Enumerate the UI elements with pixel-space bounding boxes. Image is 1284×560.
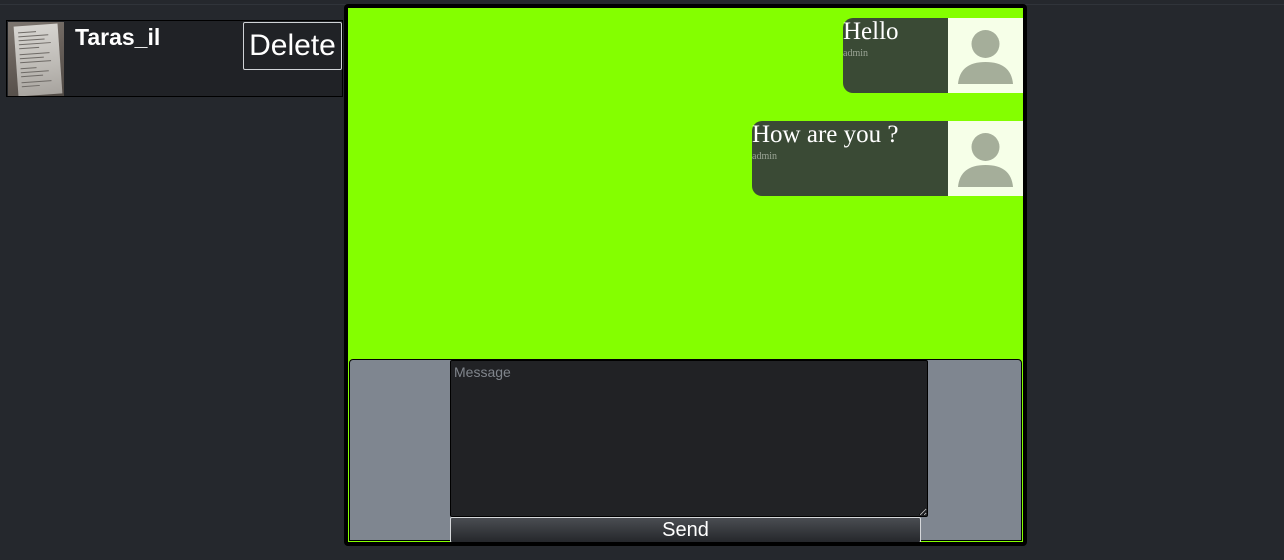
compose-area: Send — [349, 359, 1022, 542]
send-button[interactable]: Send — [450, 517, 921, 542]
message-text: How are you ? — [752, 121, 899, 148]
delete-button[interactable]: Delete — [243, 22, 342, 70]
message-author: admin — [752, 151, 777, 162]
user-silhouette-icon — [948, 18, 1023, 93]
contact-name: Taras_il — [75, 24, 161, 50]
document-photo-icon — [13, 23, 63, 96]
chat-panel: Hello admin How are you ? admin Send — [344, 4, 1027, 546]
message-bubble: How are you ? admin — [752, 121, 1023, 196]
message-input[interactable] — [450, 360, 928, 517]
message-text: Hello — [843, 18, 899, 45]
message-author: admin — [843, 48, 868, 59]
contact-avatar — [8, 22, 64, 96]
user-silhouette-icon — [948, 121, 1023, 196]
contact-card-taras-il[interactable]: Taras_il Delete — [6, 20, 343, 97]
message-bubble: Hello admin — [843, 18, 1023, 93]
